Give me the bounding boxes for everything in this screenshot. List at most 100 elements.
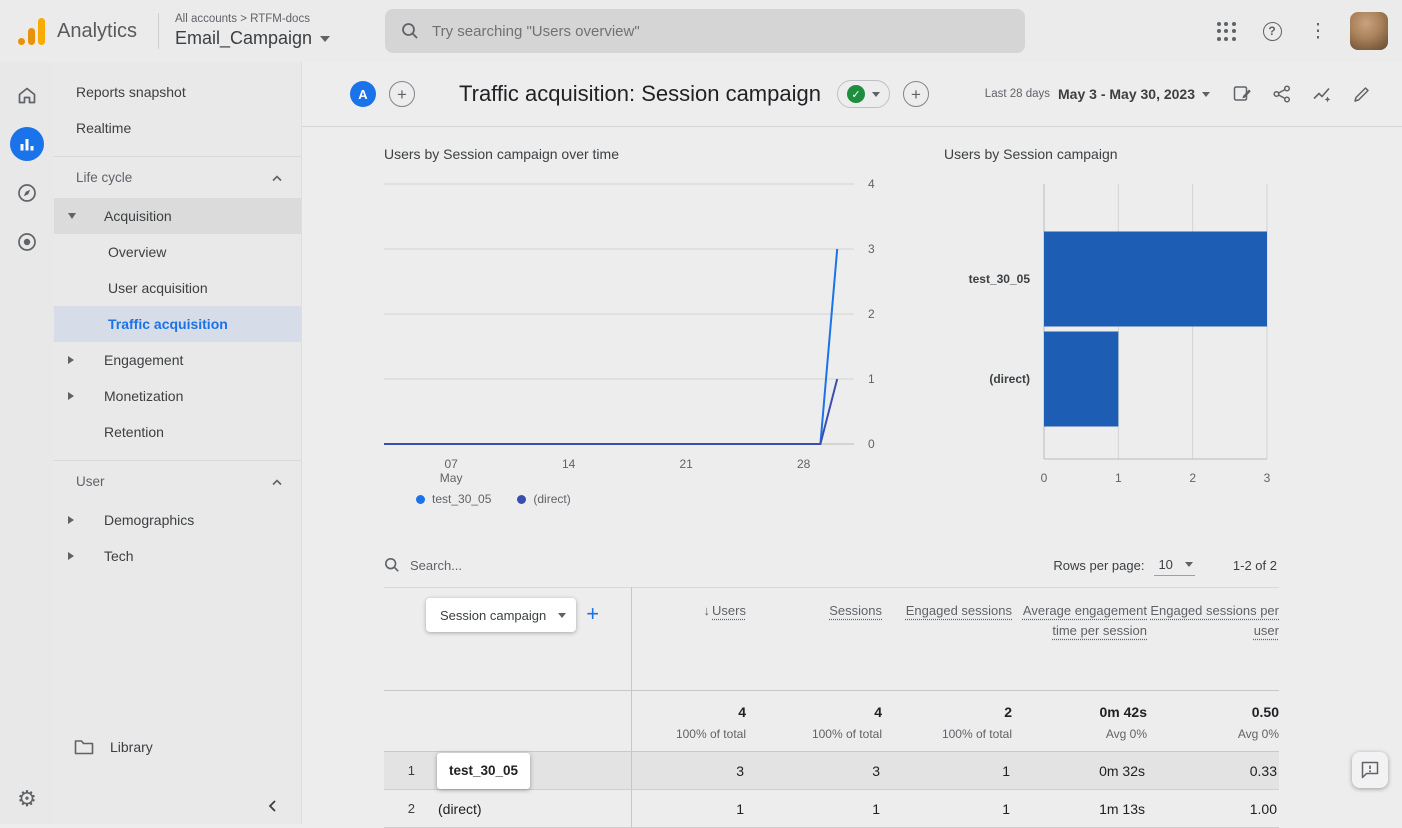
legend-item[interactable]: test_30_05 bbox=[416, 492, 491, 506]
nav-demographics[interactable]: Demographics bbox=[54, 502, 301, 538]
analytics-logo[interactable]: Analytics bbox=[0, 18, 158, 45]
row-dimension-value[interactable]: (direct) bbox=[428, 801, 631, 817]
chevron-up-icon bbox=[271, 170, 283, 185]
share-button[interactable] bbox=[1264, 76, 1300, 112]
home-button[interactable] bbox=[10, 78, 44, 112]
admin-settings-button[interactable]: ⚙ bbox=[0, 786, 54, 812]
help-button[interactable]: ? bbox=[1252, 11, 1292, 51]
nav-label: Acquisition bbox=[104, 208, 172, 224]
svg-text:3: 3 bbox=[1264, 471, 1271, 485]
nav-engagement[interactable]: Engagement bbox=[54, 342, 301, 378]
table-toolbar: Rows per page: 10 1-2 of 2 bbox=[384, 545, 1297, 585]
bar-chart-card: Users by Session campaign 0123test_30_05… bbox=[944, 146, 1289, 488]
advertising-button[interactable] bbox=[10, 225, 44, 259]
expander-right-icon bbox=[68, 392, 74, 400]
line-chart-card: Users by Session campaign over time 0123… bbox=[384, 146, 894, 506]
nav-user-acquisition[interactable]: User acquisition bbox=[54, 270, 301, 306]
column-header-engaged-sessions[interactable]: Engaged sessions bbox=[882, 588, 1012, 690]
topbar-actions: ? ⋮ bbox=[1206, 0, 1392, 62]
chevron-down-icon bbox=[320, 36, 330, 42]
date-range-selector[interactable]: May 3 - May 30, 2023 bbox=[1058, 86, 1210, 102]
user-avatar[interactable] bbox=[1350, 12, 1388, 50]
property-selector[interactable]: Email_Campaign bbox=[175, 28, 330, 49]
total-engaged-sessions-per-user: 0.50Avg 0% bbox=[1147, 704, 1279, 741]
table-search-input[interactable] bbox=[410, 558, 590, 573]
total-engaged-sessions: 2100% of total bbox=[882, 704, 1012, 741]
nav-retention[interactable]: Retention bbox=[54, 414, 301, 450]
chevron-up-icon bbox=[271, 474, 283, 489]
app-name: Analytics bbox=[57, 20, 137, 43]
more-options-button[interactable]: ⋮ bbox=[1298, 11, 1338, 51]
report-header-actions: Last 28 days May 3 - May 30, 2023 bbox=[985, 76, 1380, 112]
nav-section-life-cycle[interactable]: Life cycle bbox=[54, 156, 301, 198]
search-icon bbox=[401, 22, 419, 40]
pencil-icon bbox=[1352, 84, 1372, 104]
nav-traffic-acquisition[interactable]: Traffic acquisition bbox=[54, 306, 301, 342]
add-dimension-button[interactable]: + bbox=[586, 603, 599, 625]
global-search[interactable] bbox=[385, 9, 1025, 53]
table-row[interactable]: 2 (direct) 1 1 1 1m 13s 1.00 bbox=[384, 790, 1279, 828]
reports-button[interactable] bbox=[10, 127, 44, 161]
customize-report-icon bbox=[1232, 84, 1252, 104]
svg-text:07: 07 bbox=[444, 457, 458, 471]
nav-label: Retention bbox=[104, 424, 164, 440]
segment-avatar[interactable]: A bbox=[350, 81, 376, 107]
nav-realtime[interactable]: Realtime bbox=[54, 110, 301, 146]
customize-report-button[interactable] bbox=[1224, 76, 1260, 112]
home-icon bbox=[16, 84, 38, 106]
google-apps-button[interactable] bbox=[1206, 11, 1246, 51]
feedback-button[interactable] bbox=[1352, 752, 1388, 788]
reports-icon bbox=[17, 134, 37, 154]
nav-tech[interactable]: Tech bbox=[54, 538, 301, 574]
chevron-down-icon bbox=[558, 613, 566, 618]
highlighted-cell[interactable]: test_30_05 bbox=[437, 753, 530, 789]
table-row[interactable]: 1 test_30_05 3 3 1 0m 32s 0.33 bbox=[384, 752, 1279, 790]
nav-library[interactable]: Library bbox=[54, 726, 301, 768]
nav-monetization[interactable]: Monetization bbox=[54, 378, 301, 414]
rows-per-page-label: Rows per page: bbox=[1053, 558, 1144, 573]
edit-button[interactable] bbox=[1344, 76, 1380, 112]
svg-text:2: 2 bbox=[868, 307, 875, 321]
nav-reports-snapshot[interactable]: Reports snapshot bbox=[54, 74, 301, 110]
add-comparison-button[interactable]: + bbox=[389, 81, 415, 107]
nav-label: Engagement bbox=[104, 352, 183, 368]
add-report-button[interactable]: + bbox=[903, 81, 929, 107]
svg-text:May: May bbox=[440, 471, 463, 485]
insights-button[interactable] bbox=[1304, 76, 1340, 112]
share-icon bbox=[1272, 84, 1292, 104]
report-title: Traffic acquisition: Session campaign bbox=[459, 81, 821, 107]
column-header-users[interactable]: ↓Users bbox=[631, 588, 746, 690]
nav-label: Monetization bbox=[104, 388, 183, 404]
search-input[interactable] bbox=[432, 23, 1009, 40]
report-status-badge[interactable]: ✓ bbox=[837, 80, 890, 108]
library-folder-icon bbox=[74, 738, 94, 756]
column-header-avg-engagement-time[interactable]: Average engagement time per session bbox=[1012, 588, 1147, 690]
dimension-selector-button[interactable]: Session campaign bbox=[426, 598, 576, 632]
collapse-nav-button[interactable] bbox=[259, 792, 287, 820]
bar-chart-svg: 0123test_30_05(direct) bbox=[944, 172, 1289, 488]
column-header-engaged-sessions-per-user[interactable]: Engaged sessions per user bbox=[1147, 588, 1279, 690]
chevron-down-icon bbox=[1185, 562, 1193, 567]
explore-compass-icon bbox=[16, 182, 38, 204]
breadcrumb[interactable]: All accounts > RTFM-docs bbox=[175, 13, 330, 25]
bar-chart-title: Users by Session campaign bbox=[944, 146, 1289, 162]
account-property-block: All accounts > RTFM-docs Email_Campaign bbox=[175, 13, 330, 49]
rows-per-page-value: 10 bbox=[1158, 557, 1172, 572]
legend-dot bbox=[517, 495, 526, 504]
gear-icon: ⚙ bbox=[17, 786, 37, 811]
topbar-divider bbox=[158, 13, 159, 49]
total-sessions: 4100% of total bbox=[746, 704, 882, 741]
nav-overview[interactable]: Overview bbox=[54, 234, 301, 270]
column-header-sessions[interactable]: Sessions bbox=[746, 588, 882, 690]
kebab-menu-icon: ⋮ bbox=[1309, 22, 1328, 41]
svg-text:1: 1 bbox=[868, 372, 875, 386]
nav-acquisition[interactable]: Acquisition bbox=[54, 198, 301, 234]
cell-users: 1 bbox=[631, 801, 746, 817]
rows-per-page-select[interactable]: 10 bbox=[1154, 555, 1194, 576]
legend-item[interactable]: (direct) bbox=[517, 492, 570, 506]
nav-section-user[interactable]: User bbox=[54, 460, 301, 502]
svg-text:0: 0 bbox=[1041, 471, 1048, 485]
row-dimension-value[interactable]: test_30_05 bbox=[428, 753, 631, 789]
chevron-down-icon bbox=[872, 92, 880, 97]
explore-button[interactable] bbox=[10, 176, 44, 210]
